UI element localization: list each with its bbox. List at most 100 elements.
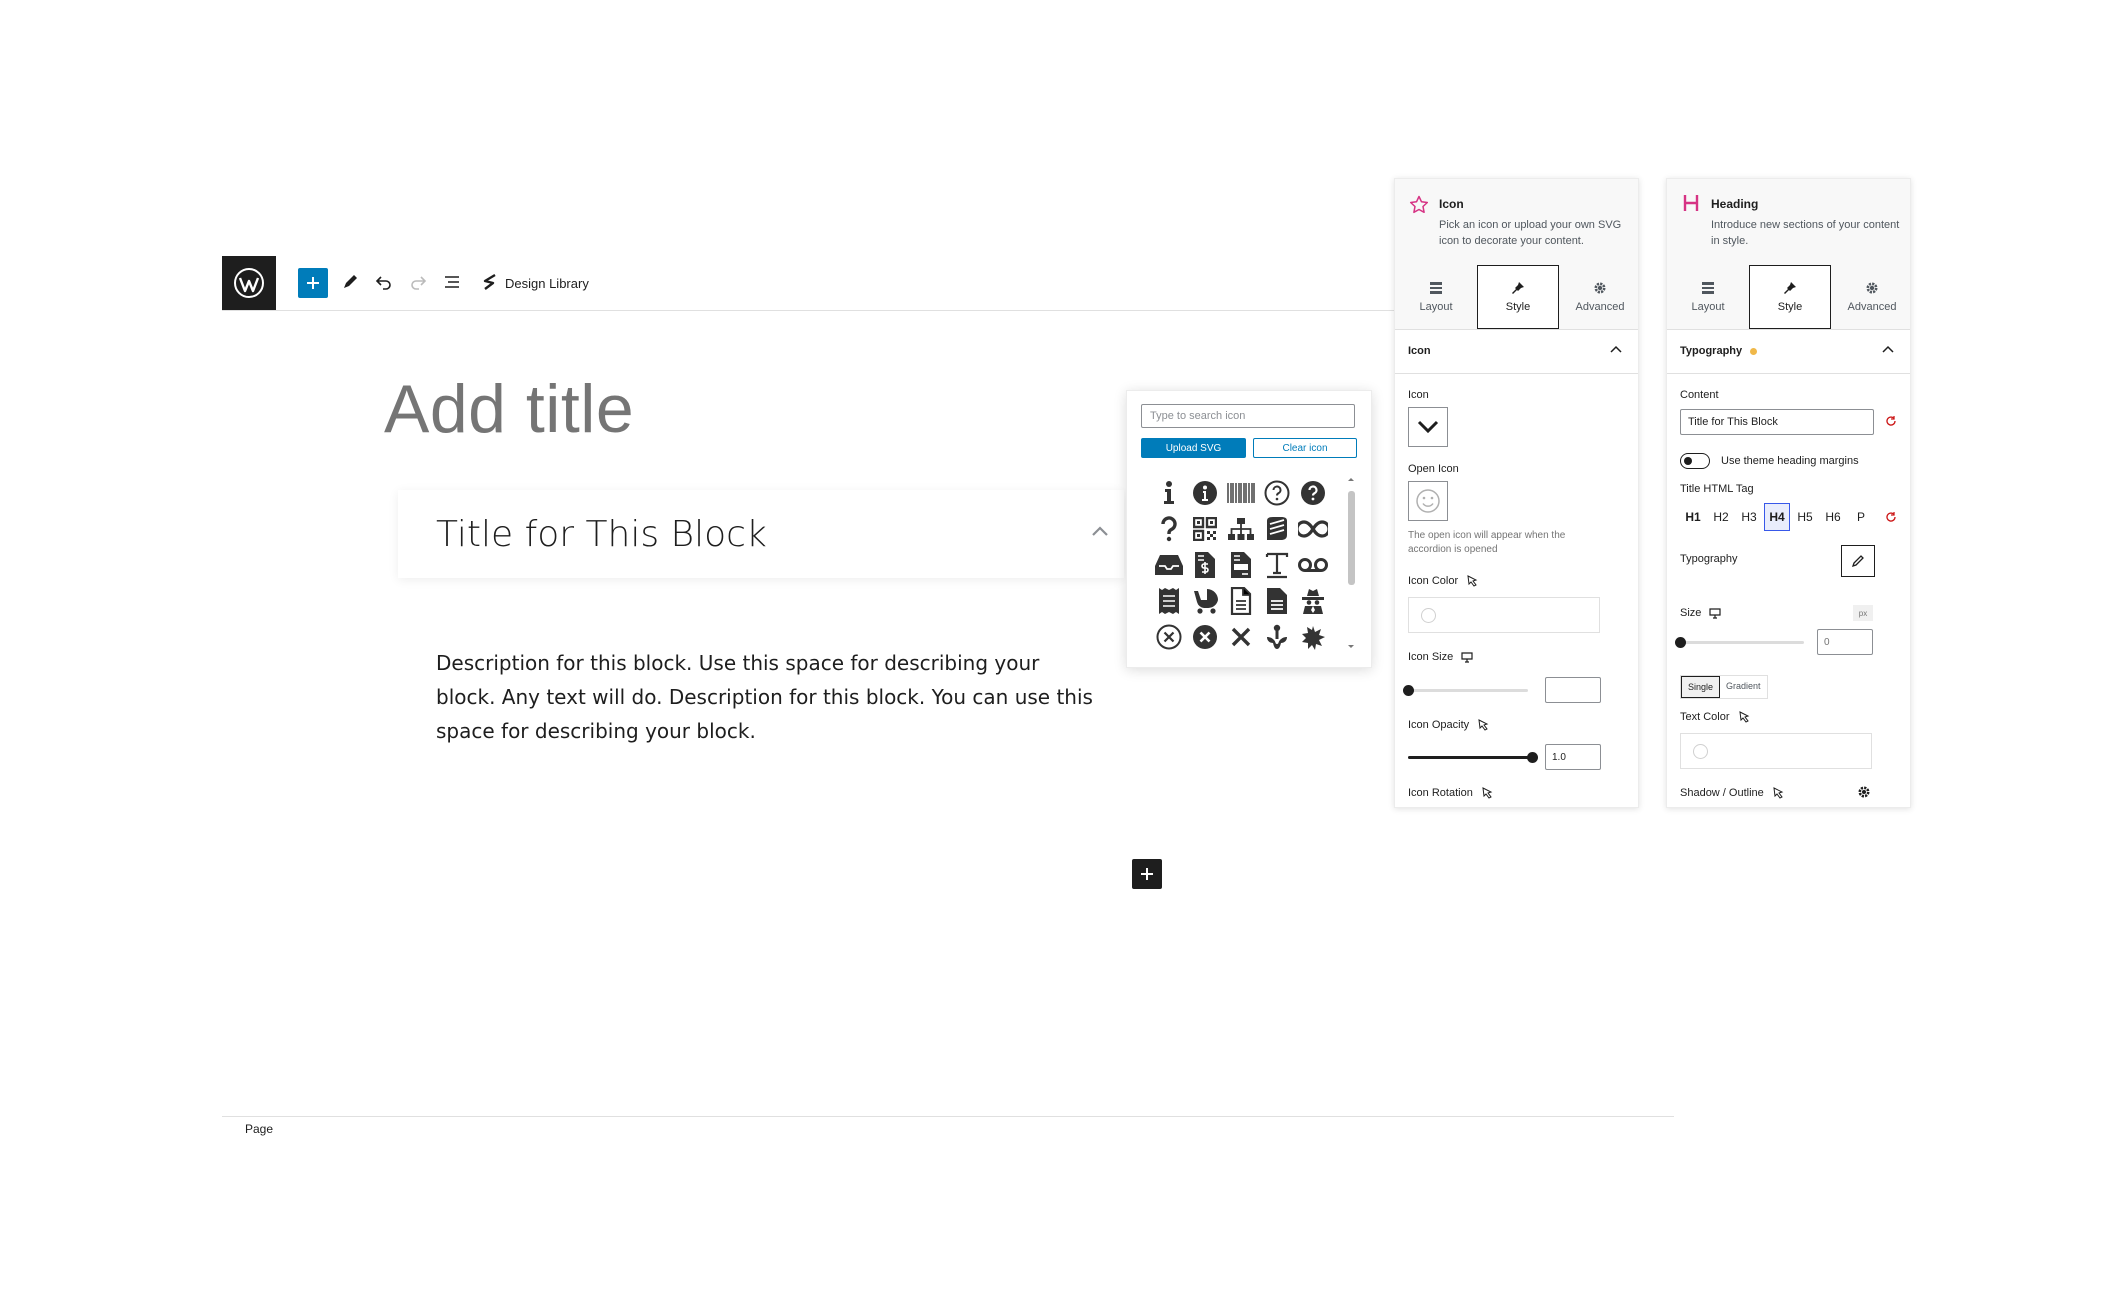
file-icon[interactable] (1259, 583, 1295, 619)
question-icon[interactable] (1151, 511, 1187, 547)
html-tag-selector: H1 H2 H3 H4 H5 H6 P (1680, 503, 1874, 531)
icon-size-input[interactable] (1545, 677, 1601, 703)
accordion-description[interactable]: Description for this block. Use this spa… (436, 646, 1096, 748)
times-circle-icon[interactable] (1187, 619, 1223, 655)
heading-panel-tabs: Layout Style Advanced (1667, 265, 1910, 330)
baby-carriage-icon[interactable] (1187, 583, 1223, 619)
file-invoice-dollar-icon[interactable] (1187, 547, 1223, 583)
breadcrumb[interactable]: Page (245, 1122, 273, 1136)
tab-layout[interactable]: Layout (1667, 265, 1749, 329)
size-slider-handle[interactable] (1675, 637, 1686, 648)
gear-icon (1858, 786, 1870, 798)
brush-icon (1784, 282, 1796, 294)
reset-tag-button[interactable] (1885, 511, 1897, 523)
heading-icon (1683, 193, 1699, 213)
question-circle-icon[interactable] (1295, 475, 1331, 511)
tab-advanced[interactable]: Advanced (1831, 265, 1913, 329)
size-slider-track[interactable] (1680, 641, 1804, 644)
list-view-button[interactable] (440, 270, 464, 294)
reset-content-button[interactable] (1885, 415, 1897, 427)
icon-block-description: Pick an icon or upload your own SVG icon… (1439, 219, 1622, 247)
icon-opacity-input[interactable]: 1.0 (1545, 744, 1601, 770)
tools-button[interactable] (338, 270, 362, 294)
undo-button[interactable] (372, 270, 396, 294)
color-swatch[interactable] (1421, 608, 1436, 623)
inserter-button[interactable] (1132, 859, 1162, 889)
color-type-single[interactable]: Single (1681, 676, 1721, 698)
wordpress-logo-button[interactable] (222, 256, 276, 310)
file-invoice-icon[interactable] (1223, 547, 1259, 583)
open-icon-label: Open Icon (1408, 463, 1459, 475)
times-icon[interactable] (1223, 619, 1259, 655)
add-block-button[interactable] (298, 268, 328, 298)
typography-label: Typography (1680, 553, 1738, 565)
accordion-toggle[interactable] (1090, 524, 1110, 538)
accordion-title[interactable]: Title for This Block (436, 514, 767, 555)
user-secret-icon[interactable] (1295, 583, 1331, 619)
icon-size-slider-handle[interactable] (1403, 685, 1414, 696)
file-alt-icon[interactable] (1223, 583, 1259, 619)
icon-opacity-slider-handle[interactable] (1527, 752, 1538, 763)
tag-h1-button[interactable]: H1 (1680, 503, 1706, 531)
barcode-icon[interactable] (1223, 475, 1259, 511)
text-color-picker[interactable] (1680, 733, 1872, 769)
color-type-gradient[interactable]: Gradient (1720, 676, 1767, 696)
open-icon-select-button[interactable] (1408, 481, 1448, 521)
icon-grid (1151, 475, 1331, 655)
desktop-icon (1709, 608, 1722, 619)
mendeley-icon[interactable] (1259, 619, 1295, 655)
tag-h3-button[interactable]: H3 (1736, 503, 1762, 531)
inbox-icon[interactable] (1151, 547, 1187, 583)
tag-p-button[interactable]: P (1848, 503, 1874, 531)
upload-svg-button[interactable]: Upload SVG (1141, 438, 1246, 458)
typography-edit-button[interactable] (1841, 545, 1875, 577)
times-circle-outline-icon[interactable] (1151, 619, 1187, 655)
icon-grid-scroll-thumb[interactable] (1348, 491, 1355, 585)
text-color-label: Text Color (1680, 711, 1750, 723)
typography-section-header[interactable]: Typography (1667, 329, 1910, 374)
chevron-down-icon (1417, 420, 1439, 434)
size-unit-selector[interactable]: px (1853, 605, 1873, 621)
text-height-icon[interactable] (1259, 547, 1295, 583)
design-library-button[interactable] (478, 270, 502, 294)
heading-block-name: Heading (1711, 197, 1759, 211)
tab-advanced[interactable]: Advanced (1559, 265, 1641, 329)
icon-opacity-slider-fill (1408, 756, 1532, 759)
shadow-settings-button[interactable] (1857, 785, 1871, 799)
voicemail-icon[interactable] (1295, 547, 1331, 583)
theme-margins-toggle[interactable] (1680, 453, 1710, 469)
qrcode-icon[interactable] (1187, 511, 1223, 547)
tab-style[interactable]: Style (1477, 265, 1559, 329)
tag-h5-button[interactable]: H5 (1792, 503, 1818, 531)
icon-color-picker[interactable] (1408, 597, 1600, 633)
toggle-knob (1684, 457, 1692, 465)
tab-layout[interactable]: Layout (1395, 265, 1477, 329)
redo-button[interactable] (406, 270, 430, 294)
cursor-icon (1773, 787, 1784, 799)
tag-h6-button[interactable]: H6 (1820, 503, 1846, 531)
icon-size-slider-track[interactable] (1408, 689, 1528, 692)
icon-section-header[interactable]: Icon (1395, 329, 1638, 374)
chevron-up-icon (1882, 345, 1894, 353)
question-circle-outline-icon[interactable] (1259, 475, 1295, 511)
tab-style[interactable]: Style (1749, 265, 1831, 329)
color-swatch[interactable] (1693, 744, 1708, 759)
size-input[interactable]: 0 (1817, 629, 1873, 655)
info-icon[interactable] (1151, 475, 1187, 511)
fill-splatter-icon[interactable] (1295, 619, 1331, 655)
plus-icon (307, 277, 319, 289)
info-circle-icon[interactable] (1187, 475, 1223, 511)
icon-select-button[interactable] (1408, 407, 1448, 447)
stackexchange-icon[interactable] (1259, 511, 1295, 547)
receipt-icon[interactable] (1151, 583, 1187, 619)
clear-icon-button[interactable]: Clear icon (1253, 438, 1357, 458)
infinity-icon[interactable] (1295, 511, 1331, 547)
design-library-label[interactable]: Design Library (505, 276, 589, 291)
tag-h4-button[interactable]: H4 (1764, 503, 1790, 531)
tag-h2-button[interactable]: H2 (1708, 503, 1734, 531)
content-input[interactable]: Title for This Block (1680, 409, 1874, 435)
modified-indicator (1750, 347, 1758, 355)
sitemap-icon[interactable] (1223, 511, 1259, 547)
post-title-input[interactable]: Add title (384, 370, 634, 448)
icon-search-input[interactable] (1141, 404, 1355, 428)
